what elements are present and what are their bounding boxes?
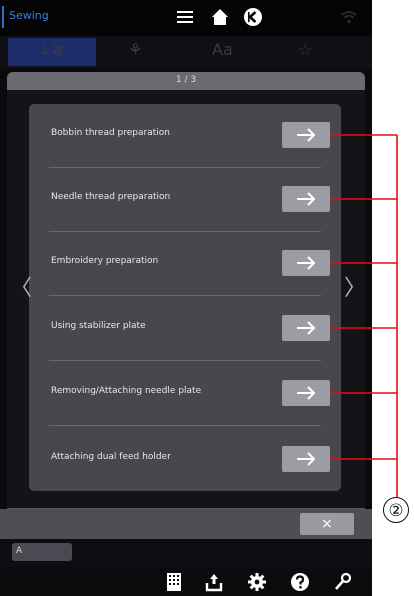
- callout-number: ②: [383, 497, 409, 523]
- callout-leader-lines: [330, 134, 398, 497]
